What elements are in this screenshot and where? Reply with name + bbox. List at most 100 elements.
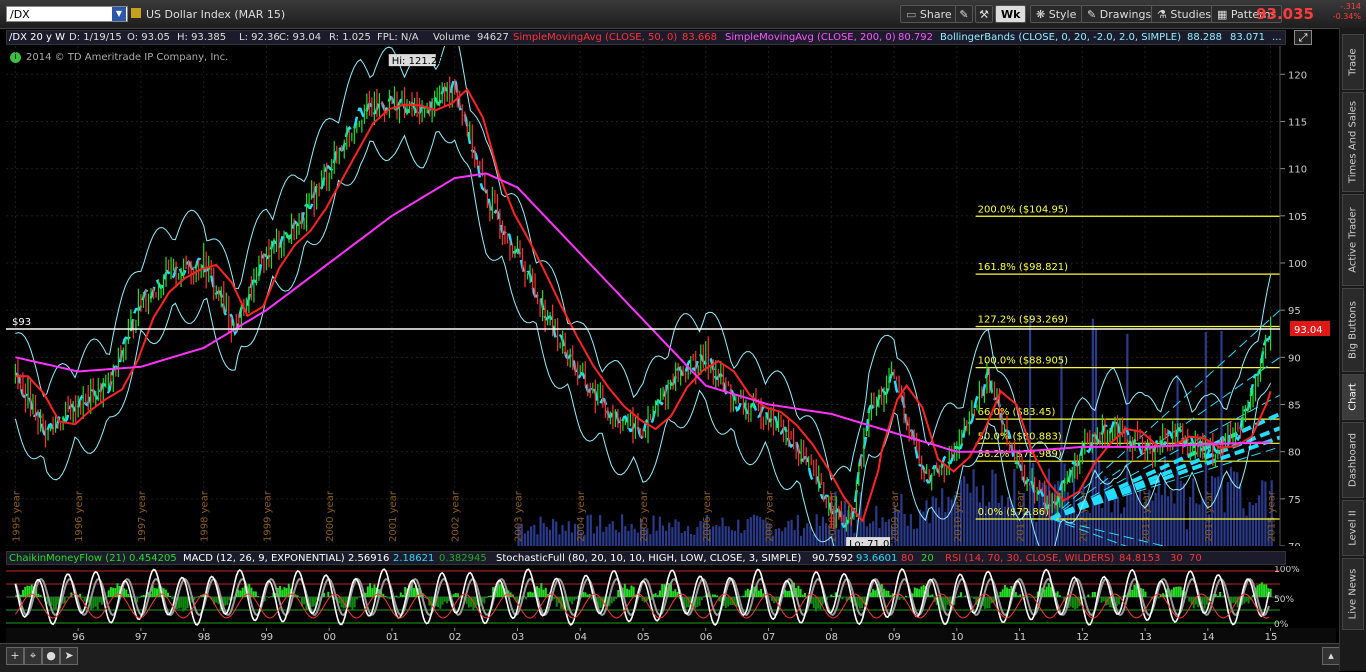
volume-bar <box>546 527 548 546</box>
cmf-bar <box>1265 584 1267 597</box>
cmf-bar <box>327 592 329 597</box>
cmf-bar <box>141 596 143 597</box>
tab-trade[interactable]: Trade <box>1342 34 1364 90</box>
cmf-bar <box>587 594 589 597</box>
cmf-bar <box>771 597 773 601</box>
cmf-bar <box>125 589 127 597</box>
time-tick-label: 05 <box>637 632 650 643</box>
price-tick-label: 100 <box>1288 259 1307 270</box>
tab-dashboard[interactable]: Dashboard <box>1342 422 1364 498</box>
tab-big-buttons[interactable]: Big Buttons <box>1342 288 1364 372</box>
cmf-bar <box>1004 585 1006 597</box>
symbol-dropdown-icon[interactable]: ▼ <box>112 7 126 21</box>
year-label: 2015 year <box>1267 490 1278 542</box>
cmf-bar <box>802 595 804 597</box>
cmf-bar <box>1074 597 1076 609</box>
cmf-bar <box>960 592 962 597</box>
sma200-label: SimpleMovingAvg (CLOSE, 200, 0) <box>725 32 896 44</box>
tab-level-ii[interactable]: Level II <box>1342 500 1364 556</box>
tab-active-trader[interactable]: Active Trader <box>1342 194 1364 286</box>
volume-bar <box>910 514 912 546</box>
cmf-bar <box>615 597 617 599</box>
volume-bar <box>1252 505 1254 546</box>
cmf-bar <box>674 589 676 597</box>
cmf-bar <box>747 589 749 597</box>
cmf-bar <box>988 597 990 608</box>
cmf-bar <box>672 591 674 597</box>
cmf-bar <box>1118 597 1120 604</box>
volume-bar <box>787 521 789 546</box>
crosshair-icon[interactable]: ⌖ <box>24 647 42 665</box>
cmf-bar <box>384 596 386 597</box>
volume-bar <box>618 532 620 546</box>
timeframe-button[interactable]: Wk <box>995 5 1026 23</box>
tab-chart[interactable]: Chart <box>1342 374 1364 420</box>
cmf-bar <box>143 595 145 597</box>
price-tick-label: 70 <box>1288 542 1301 546</box>
volume-bar <box>734 531 736 546</box>
volume-bar <box>624 526 626 546</box>
volume-bar <box>668 523 670 546</box>
info-icon[interactable]: i <box>10 52 21 63</box>
magnifier-icon[interactable]: ● <box>42 647 60 665</box>
cmf-bar <box>110 587 112 597</box>
cmf-bar <box>224 597 226 606</box>
bottom-toolbar: + ⌖ ● ➤ ▴ <box>0 643 1339 672</box>
volume-bar <box>630 524 632 546</box>
pointer-icon[interactable]: ➤ <box>60 647 78 665</box>
cmf-bar <box>655 593 657 597</box>
cmf-bar <box>699 597 701 606</box>
cmf-bar <box>822 597 824 605</box>
year-label: 2001 year <box>388 490 399 542</box>
cmf-bar <box>1232 597 1234 603</box>
year-label: 2004 year <box>576 490 587 542</box>
tab-live-news[interactable]: Live News <box>1342 558 1364 630</box>
cmf-bar <box>797 586 799 597</box>
drawing-tool-icon[interactable]: ✎ <box>955 5 973 23</box>
zoom-in-icon[interactable]: + <box>6 647 24 665</box>
cmf-bar <box>727 597 729 607</box>
style-button[interactable]: ❋ Style <box>1030 5 1082 23</box>
symbol-input[interactable]: /DX <box>6 6 128 22</box>
cmf-bar <box>525 597 527 599</box>
cmf-bar <box>178 597 180 609</box>
cmf-bar <box>371 588 373 597</box>
price-chart[interactable]: 1995 year1996 year1997 year1998 year1999… <box>6 46 1336 546</box>
studies-button[interactable]: ⚗ Studies <box>1151 5 1217 23</box>
volume-bar <box>1236 472 1238 546</box>
oscillator-panel[interactable]: 100% 50% 0% <box>6 566 1336 628</box>
cmf-bar <box>931 594 933 597</box>
volume-bar <box>731 530 733 546</box>
last-price: 93.035 <box>1256 5 1314 23</box>
share-button[interactable]: ▭ Share <box>900 5 958 23</box>
cmf-bar <box>1050 587 1052 597</box>
expand-chart-icon[interactable]: ⤢ <box>1294 30 1312 45</box>
volume-bar <box>1104 476 1106 546</box>
cmf-bar <box>1035 597 1037 598</box>
cmf-bar <box>453 594 455 597</box>
year-label: 1998 year <box>200 490 211 542</box>
cmf-bar <box>64 597 66 603</box>
volume-bar <box>543 523 545 546</box>
drawings-button[interactable]: ✎ Drawings <box>1081 5 1157 23</box>
cmf-bar <box>169 596 171 597</box>
symbol-description: US Dollar Index (MAR 15) <box>146 8 285 21</box>
collapse-icon[interactable]: ▴ <box>1322 647 1340 665</box>
wrench-icon[interactable]: ⚒ <box>975 5 993 23</box>
stochastic-label: StochasticFull (80, 20, 10, 10, HIGH, LO… <box>496 553 801 565</box>
volume-bar <box>671 527 673 546</box>
cmf-bar <box>1008 589 1010 597</box>
volume-bar <box>969 493 971 546</box>
cmf-bar <box>898 597 900 600</box>
tab-times-and-sales[interactable]: Times And Sales <box>1342 92 1364 192</box>
cmf-bar <box>841 597 843 599</box>
volume-bar <box>1164 456 1166 546</box>
cmf-bar <box>571 597 573 604</box>
cmf-bar <box>1219 592 1221 597</box>
time-tick-label: 15 <box>1265 632 1278 643</box>
volume-bar <box>627 531 629 546</box>
volume-bar <box>656 531 658 546</box>
volume-bar <box>907 526 909 546</box>
volume-label: Volume <box>433 32 470 44</box>
cmf-bar <box>945 597 947 611</box>
